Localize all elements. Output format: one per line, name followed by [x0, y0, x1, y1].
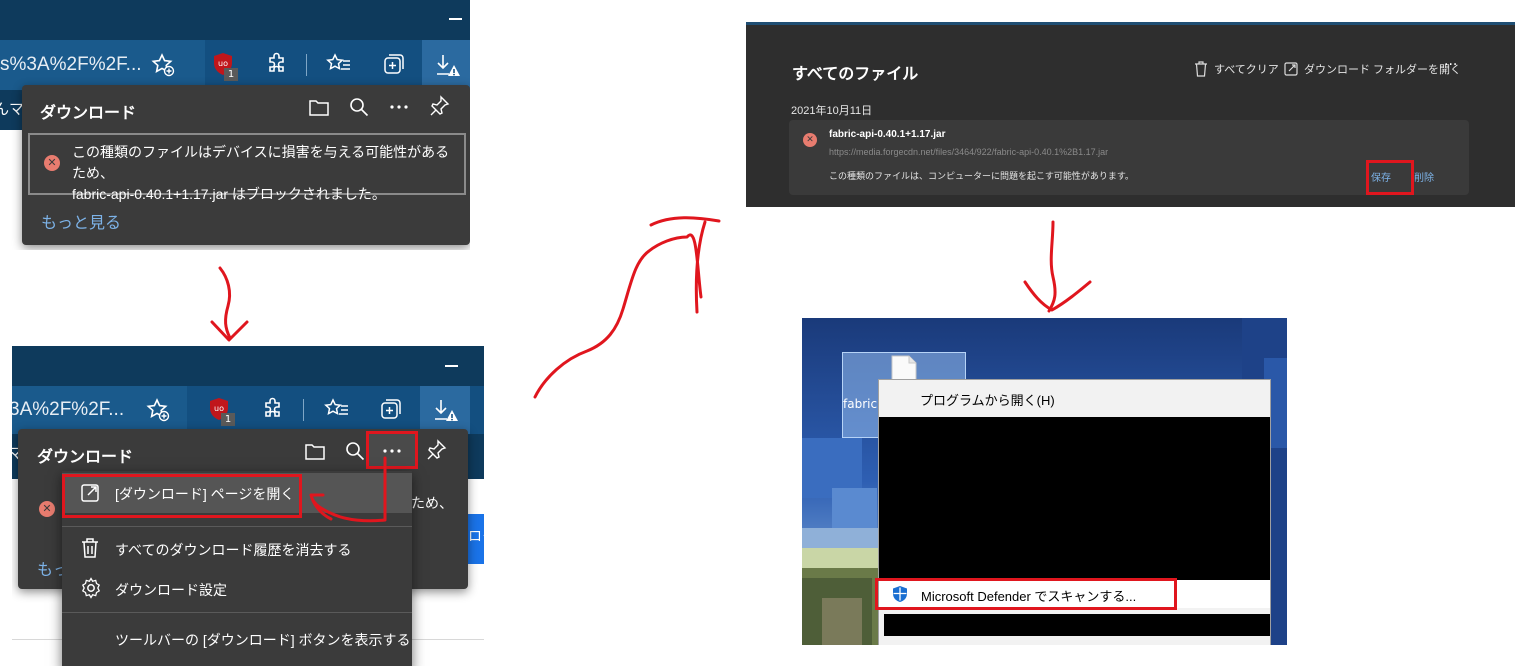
- svg-text:uo: uo: [218, 59, 228, 68]
- toolbar-divider: [306, 54, 307, 76]
- arrow-down-left: [210, 266, 249, 342]
- redacted-menu-area: [879, 417, 1270, 580]
- pin-icon[interactable]: [425, 439, 447, 461]
- more-options-icon[interactable]: ···: [1444, 57, 1457, 73]
- arrow-up-right: [533, 216, 721, 399]
- clear-all-label: すべてクリア: [1214, 64, 1279, 76]
- title-bar: [0, 0, 470, 40]
- menu-item-label: プログラムから開く(H): [920, 393, 1055, 408]
- menu-item-open-with[interactable]: プログラムから開く(H): [879, 380, 1270, 416]
- folder-icon[interactable]: [304, 440, 326, 462]
- menu-item-show-toolbar-button[interactable]: ツールバーの [ダウンロード] ボタンを表示する: [62, 621, 412, 655]
- partial-page-text: んマ: [0, 100, 25, 118]
- gear-icon: [80, 577, 102, 599]
- delete-button[interactable]: 削除: [1414, 169, 1434, 184]
- collections-icon[interactable]: [382, 52, 406, 76]
- redacted-menu-area: [884, 614, 1270, 636]
- more-options-button-highlighted[interactable]: [366, 431, 418, 469]
- toolbar-divider: [303, 399, 304, 421]
- search-icon[interactable]: [344, 440, 366, 462]
- edge-download-popup-menu: 3A%2F%2F... uo 1 マ ロク ダウンロード: [12, 346, 484, 666]
- favorite-add-icon[interactable]: [150, 52, 176, 78]
- alert-message: この種類のファイルはデバイスに損害を与える可能性があるため、 fabric-ap…: [72, 142, 462, 205]
- svg-text:uo: uo: [214, 404, 224, 413]
- file-label: fabric: [843, 397, 878, 411]
- menu-item-clear-history[interactable]: すべてのダウンロード履歴を消去する: [62, 531, 412, 565]
- menu-separator: [62, 526, 412, 527]
- collections-icon[interactable]: [379, 397, 403, 421]
- page-tab-strip: んマ: [0, 90, 25, 130]
- annotation-highlight-defender: [875, 578, 1177, 610]
- folder-icon[interactable]: [308, 96, 330, 118]
- download-title: ダウンロード: [40, 105, 137, 122]
- favorites-icon[interactable]: [326, 52, 352, 76]
- open-folder-label: ダウンロード フォルダーを開く: [1304, 64, 1462, 76]
- open-external-icon: [1284, 62, 1298, 76]
- error-icon: ✕: [44, 155, 60, 171]
- see-more-link[interactable]: もっと見る: [41, 209, 121, 233]
- more-options-icon[interactable]: [388, 96, 410, 118]
- partial-right-text: ロク: [468, 529, 484, 545]
- favorites-icon[interactable]: [324, 397, 350, 421]
- browser-toolbar: s%3A%2F%2F... uo 1: [0, 40, 470, 90]
- trash-icon: [1195, 61, 1207, 77]
- error-icon: ✕: [39, 501, 55, 517]
- windows-explorer-context-menu: fabric プログラムから開く(H) Microsoft Defender で…: [802, 318, 1287, 645]
- blocked-file-alert[interactable]: ✕ この種類のファイルはデバイスに損害を与える可能性があるため、 fabric-…: [28, 133, 466, 202]
- annotation-highlight-save: [1366, 160, 1414, 195]
- download-popup: ダウンロード ✕ この種類のファイルはデバイスに損害を与える可能性があるため、 …: [22, 85, 470, 245]
- address-bar[interactable]: 3A%2F%2F...: [12, 386, 187, 434]
- menu-separator: [62, 612, 412, 613]
- address-bar[interactable]: s%3A%2F%2F...: [0, 40, 205, 90]
- download-warning-icon: [434, 52, 462, 80]
- downloads-button[interactable]: [422, 40, 470, 90]
- edge-downloads-page: すべてのファイル すべてクリア ダウンロード フォルダーを開く ··· 2021…: [746, 22, 1515, 207]
- file-warning: この種類のファイルは、コンピューターに問題を起こす可能性があります。: [829, 171, 1134, 181]
- open-download-folder-button[interactable]: ダウンロード フォルダーを開く: [1284, 61, 1461, 77]
- pin-icon[interactable]: [428, 95, 450, 117]
- page-blue-button: ロク: [468, 514, 484, 564]
- download-date: 2021年10月11日: [791, 105, 873, 117]
- favorite-add-icon[interactable]: [145, 397, 171, 423]
- extension-badge: 1: [224, 68, 238, 81]
- alert-line-2: fabric-api-0.40.1+1.17.jar はブロックされました。: [72, 186, 386, 202]
- edge-download-popup-blocked: s%3A%2F%2F... uo 1 んマ ダウンロード ✕ この種類のファイル…: [0, 0, 470, 250]
- error-icon: ✕: [803, 133, 817, 147]
- address-text: 3A%2F%2F...: [12, 399, 125, 420]
- download-title: ダウンロード: [37, 449, 134, 466]
- arrow-down-right: [1023, 220, 1092, 313]
- alert-line-1: この種類のファイルはデバイスに損害を与える可能性があるため、: [72, 144, 450, 181]
- partial-alert-text: ため、: [411, 496, 453, 512]
- title-bar: [12, 346, 484, 386]
- menu-item-label: すべてのダウンロード履歴を消去する: [115, 542, 352, 558]
- minimize-button[interactable]: [449, 18, 462, 20]
- page-title: すべてのファイル: [792, 66, 919, 83]
- file-name[interactable]: fabric-api-0.40.1+1.17.jar: [829, 129, 945, 140]
- browser-toolbar: 3A%2F%2F... uo 1: [12, 386, 484, 434]
- file-url[interactable]: https://media.forgecdn.net/files/3464/92…: [829, 147, 1108, 157]
- clear-all-button[interactable]: すべてクリア: [1194, 61, 1279, 77]
- more-options-icon: [381, 440, 403, 462]
- menu-item-download-settings[interactable]: ダウンロード設定: [62, 571, 412, 605]
- search-icon[interactable]: [348, 96, 370, 118]
- extensions-icon[interactable]: [261, 397, 285, 421]
- download-warning-icon: [432, 397, 460, 425]
- address-text: s%3A%2F%2F...: [0, 54, 142, 75]
- downloads-button[interactable]: [420, 386, 470, 434]
- menu-item-label: ダウンロード設定: [115, 582, 227, 598]
- minimize-button[interactable]: [445, 365, 458, 367]
- annotation-highlight-open-page: [62, 474, 302, 518]
- extension-badge: 1: [221, 413, 235, 426]
- menu-item-label: ツールバーの [ダウンロード] ボタンを表示する: [115, 632, 411, 648]
- trash-icon: [80, 537, 100, 559]
- extensions-icon[interactable]: [265, 52, 289, 76]
